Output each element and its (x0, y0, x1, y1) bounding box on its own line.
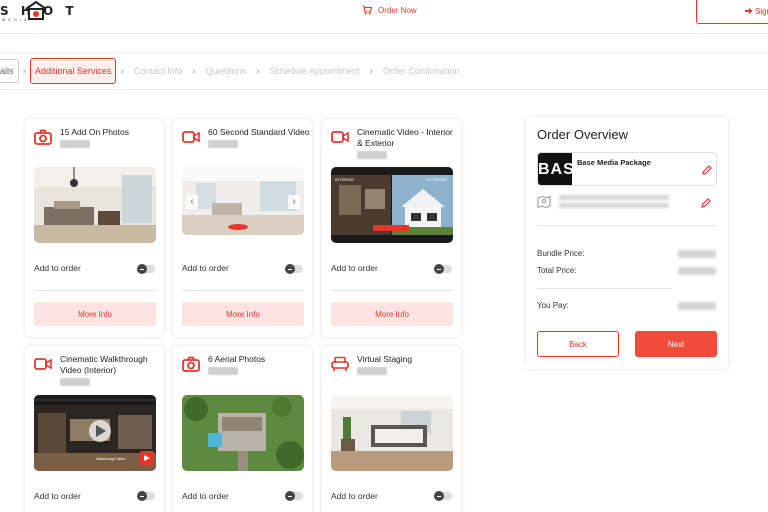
sign-in-button[interactable]: Sign (696, 0, 768, 24)
add-to-order-toggle[interactable] (434, 491, 452, 501)
total-price-redacted (678, 267, 716, 275)
price-redacted (208, 140, 238, 148)
service-card: Cinematic Walkthrough Video (Interior) W… (25, 346, 164, 512)
camera-icon (34, 129, 52, 145)
more-info-button[interactable]: More Info (34, 302, 156, 326)
sign-in-icon (745, 8, 753, 14)
step-schedule-appointment[interactable]: Schedule Appointment (264, 66, 366, 76)
divider (182, 290, 304, 291)
top-bar: S H O T MEDIA Order Now Sign (0, 0, 768, 34)
thumbnail-caption: Walkthrough Video (96, 457, 126, 461)
chevron-right-icon: › (192, 65, 196, 77)
back-button[interactable]: Back (537, 331, 619, 357)
divider (331, 290, 453, 291)
add-to-order-toggle[interactable] (137, 491, 155, 501)
cart-icon (362, 5, 372, 15)
address-redacted (559, 195, 669, 209)
edit-package-icon[interactable] (702, 165, 712, 175)
order-overview-panel: Order Overview BAS Base Media Package Bu… (526, 117, 728, 369)
order-overview-title: Order Overview (537, 127, 629, 142)
add-to-order-toggle[interactable] (285, 264, 303, 274)
step-questions[interactable]: Questions (200, 66, 253, 76)
add-to-order-label: Add to order (331, 263, 378, 273)
order-now-link[interactable]: Order Now (362, 5, 417, 15)
video-camera-icon (182, 131, 200, 143)
package-name: Base Media Package (577, 158, 651, 167)
add-to-order-label: Add to order (331, 491, 378, 501)
package-image: BAS (538, 153, 574, 185)
price-redacted (60, 140, 90, 148)
chevron-right-icon: › (22, 65, 26, 77)
service-card: Cinematic Video - Interior & Exterior IN… (322, 119, 461, 337)
map-icon (537, 195, 551, 209)
thumbnail-label-interior: INTERIOR (335, 177, 355, 182)
service-title: 60 Second Standard Video (208, 127, 310, 151)
service-thumbnail[interactable]: ‹ › (182, 167, 304, 235)
package-row: BAS Base Media Package (537, 152, 717, 186)
next-button[interactable]: Next (635, 331, 717, 357)
progress-stepper: ails › Additional Services › Contact Inf… (0, 52, 768, 90)
address-row (537, 193, 717, 213)
camera-icon (182, 356, 200, 372)
total-price-label: Total Price: (537, 266, 577, 275)
thumbnail-label-exterior: EXTERIOR (426, 177, 447, 182)
service-title: Virtual Staging (357, 354, 459, 378)
logo-subtitle: MEDIA (2, 17, 30, 22)
add-to-order-label: Add to order (182, 491, 229, 501)
chevron-right-icon: › (120, 65, 124, 77)
divider (537, 288, 672, 289)
service-title: 6 Aerial Photos (208, 354, 310, 378)
add-to-order-label: Add to order (34, 491, 81, 501)
price-redacted (208, 367, 238, 375)
you-pay-label: You Pay: (537, 301, 569, 310)
video-camera-icon (34, 358, 52, 370)
order-now-label: Order Now (378, 5, 417, 15)
more-info-button[interactable]: More Info (331, 302, 453, 326)
divider (537, 225, 717, 226)
carousel-next-button[interactable]: › (288, 195, 300, 209)
service-title: Cinematic Video - Interior & Exterior (357, 127, 459, 162)
chevron-right-icon: › (256, 65, 260, 77)
service-card: 60 Second Standard Video ‹ › Add to orde… (173, 119, 312, 337)
chevron-right-icon: › (369, 65, 373, 77)
step-details[interactable]: ails (0, 59, 19, 83)
service-thumbnail[interactable]: Walkthrough Video (34, 395, 156, 471)
step-order-confirmation[interactable]: Order Confirmation (377, 66, 466, 76)
service-card: 6 Aerial Photos Add to order (173, 346, 312, 512)
service-card: 15 Add On Photos Add to order More Info (25, 119, 164, 337)
service-card: Virtual Staging Add to order (322, 346, 461, 512)
add-to-order-toggle[interactable] (434, 264, 452, 274)
edit-address-icon[interactable] (701, 198, 711, 208)
sign-in-label: Sign (755, 6, 768, 16)
add-to-order-toggle[interactable] (137, 264, 155, 274)
service-thumbnail[interactable] (182, 395, 304, 471)
add-to-order-label: Add to order (34, 263, 81, 273)
bundle-price-label: Bundle Price: (537, 249, 585, 258)
carousel-prev-button[interactable]: ‹ (186, 195, 198, 209)
step-additional-services[interactable]: Additional Services (29, 58, 117, 84)
service-title: 15 Add On Photos (60, 127, 162, 151)
step-contact-info[interactable]: Contact Info (128, 66, 189, 76)
service-thumbnail[interactable]: INTERIOR EXTERIOR (331, 167, 453, 243)
price-redacted (60, 378, 90, 386)
video-camera-icon (331, 131, 349, 143)
service-title: Cinematic Walkthrough Video (Interior) (60, 354, 162, 389)
you-pay-redacted (678, 302, 716, 310)
more-info-button[interactable]: More Info (182, 302, 304, 326)
service-thumbnail[interactable] (34, 167, 156, 243)
add-to-order-toggle[interactable] (285, 491, 303, 501)
add-to-order-label: Add to order (182, 263, 229, 273)
bundle-price-redacted (678, 250, 716, 258)
price-redacted (357, 151, 387, 159)
divider (34, 290, 156, 291)
armchair-icon (331, 356, 349, 371)
service-thumbnail[interactable] (331, 395, 453, 471)
price-redacted (357, 367, 387, 375)
